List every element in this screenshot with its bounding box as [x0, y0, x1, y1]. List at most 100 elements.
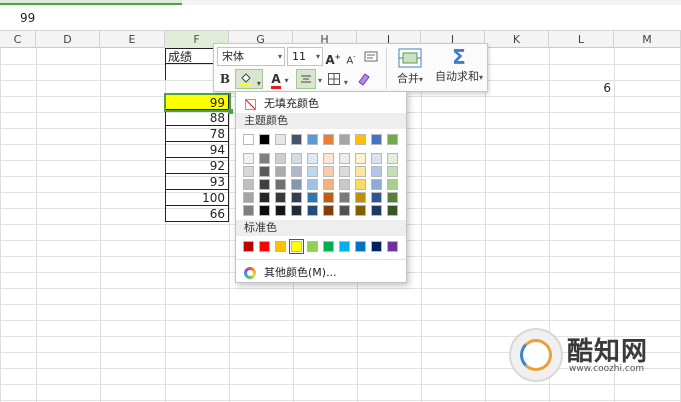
standard-color-swatch[interactable] — [371, 241, 382, 252]
theme-shade-swatch[interactable] — [339, 153, 350, 164]
score-cell[interactable]: 100 — [165, 190, 229, 206]
theme-shade-swatch[interactable] — [291, 179, 302, 190]
theme-shade-swatch[interactable] — [355, 166, 366, 177]
theme-shade-swatch[interactable] — [387, 166, 398, 177]
theme-shade-swatch[interactable] — [355, 179, 366, 190]
borders-button[interactable]: ▾ — [325, 69, 351, 89]
theme-shade-swatch[interactable] — [371, 205, 382, 216]
standard-color-swatch[interactable] — [323, 241, 334, 252]
theme-shade-swatch[interactable] — [243, 153, 254, 164]
theme-shade-swatch[interactable] — [339, 179, 350, 190]
theme-shade-swatch[interactable] — [323, 205, 334, 216]
score-cell[interactable]: 78 — [165, 126, 229, 142]
theme-shade-swatch[interactable] — [291, 153, 302, 164]
score-cell[interactable]: 99 — [165, 94, 229, 110]
theme-shade-swatch[interactable] — [243, 205, 254, 216]
theme-shade-swatch[interactable] — [339, 192, 350, 203]
fill-handle[interactable] — [228, 109, 233, 114]
standard-color-swatch[interactable] — [289, 239, 304, 254]
formula-bar-value[interactable]: 99 — [20, 11, 35, 25]
theme-shade-swatch[interactable] — [307, 179, 318, 190]
theme-shade-swatch[interactable] — [259, 205, 270, 216]
theme-color-swatch[interactable] — [307, 134, 318, 145]
standard-color-swatch[interactable] — [307, 241, 318, 252]
score-cell[interactable]: 88 — [165, 110, 229, 126]
score-cell[interactable]: 92 — [165, 158, 229, 174]
theme-shade-swatch[interactable] — [355, 205, 366, 216]
column-header-e[interactable]: E — [100, 31, 165, 48]
theme-shade-swatch[interactable] — [275, 205, 286, 216]
theme-shade-swatch[interactable] — [275, 153, 286, 164]
theme-shade-swatch[interactable] — [307, 192, 318, 203]
value-cell[interactable]: 6 — [549, 80, 614, 96]
grow-font-button[interactable]: A+ — [325, 47, 341, 67]
autosum-button[interactable]: Σ 自动求和▾ — [432, 46, 486, 90]
format-painter-button[interactable] — [362, 47, 380, 67]
score-cell[interactable]: 94 — [165, 142, 229, 158]
theme-shade-swatch[interactable] — [291, 166, 302, 177]
theme-shade-swatch[interactable] — [259, 166, 270, 177]
theme-shade-swatch[interactable] — [355, 192, 366, 203]
theme-shade-swatch[interactable] — [323, 192, 334, 203]
clear-format-button[interactable] — [354, 69, 374, 89]
theme-shade-swatch[interactable] — [387, 192, 398, 203]
theme-shade-swatch[interactable] — [323, 153, 334, 164]
more-colors-option[interactable]: 其他颜色(M)... — [236, 264, 406, 282]
theme-color-swatch[interactable] — [291, 134, 302, 145]
theme-shade-swatch[interactable] — [259, 153, 270, 164]
theme-shade-swatch[interactable] — [307, 205, 318, 216]
column-header-k[interactable]: K — [485, 31, 549, 48]
score-cell[interactable]: 66 — [165, 206, 229, 222]
theme-shade-swatch[interactable] — [275, 166, 286, 177]
score-cell[interactable]: 93 — [165, 174, 229, 190]
standard-color-swatch[interactable] — [243, 241, 254, 252]
column-header-m[interactable]: M — [614, 31, 681, 48]
theme-shade-swatch[interactable] — [355, 153, 366, 164]
standard-color-swatch[interactable] — [275, 241, 286, 252]
theme-shade-swatch[interactable] — [307, 153, 318, 164]
theme-shade-swatch[interactable] — [371, 179, 382, 190]
column-header-l[interactable]: L — [549, 31, 614, 48]
theme-color-swatch[interactable] — [275, 134, 286, 145]
theme-shade-swatch[interactable] — [339, 166, 350, 177]
theme-shade-swatch[interactable] — [243, 192, 254, 203]
theme-shade-swatch[interactable] — [323, 166, 334, 177]
theme-shade-swatch[interactable] — [387, 205, 398, 216]
theme-color-swatch[interactable] — [259, 134, 270, 145]
theme-shade-swatch[interactable] — [307, 166, 318, 177]
formula-bar[interactable]: 99 — [0, 5, 681, 31]
theme-shade-swatch[interactable] — [243, 166, 254, 177]
theme-shade-swatch[interactable] — [243, 179, 254, 190]
theme-shade-swatch[interactable] — [291, 205, 302, 216]
bold-button[interactable]: B — [217, 69, 233, 89]
theme-shade-swatch[interactable] — [387, 153, 398, 164]
standard-color-swatch[interactable] — [259, 241, 270, 252]
theme-color-swatch[interactable] — [243, 134, 254, 145]
theme-shade-swatch[interactable] — [371, 153, 382, 164]
standard-color-swatch[interactable] — [355, 241, 366, 252]
fill-color-button[interactable]: ▾ — [235, 69, 263, 89]
theme-color-swatch[interactable] — [371, 134, 382, 145]
theme-color-swatch[interactable] — [387, 134, 398, 145]
theme-shade-swatch[interactable] — [371, 166, 382, 177]
theme-shade-swatch[interactable] — [259, 179, 270, 190]
shrink-font-button[interactable]: A- — [343, 47, 359, 67]
theme-shade-swatch[interactable] — [387, 179, 398, 190]
theme-shade-swatch[interactable] — [275, 179, 286, 190]
theme-shade-swatch[interactable] — [371, 192, 382, 203]
theme-shade-swatch[interactable] — [259, 192, 270, 203]
align-button[interactable] — [296, 69, 316, 89]
theme-shade-swatch[interactable] — [323, 179, 334, 190]
standard-color-swatch[interactable] — [339, 241, 350, 252]
theme-color-swatch[interactable] — [339, 134, 350, 145]
font-color-button[interactable]: A ▾ — [266, 69, 294, 89]
theme-color-swatch[interactable] — [355, 134, 366, 145]
column-header-c[interactable]: C — [0, 31, 36, 48]
theme-shade-swatch[interactable] — [291, 192, 302, 203]
font-name-select[interactable]: 宋体 ▾ — [217, 47, 285, 66]
column-header-d[interactable]: D — [36, 31, 100, 48]
theme-shade-swatch[interactable] — [339, 205, 350, 216]
font-size-select[interactable]: 11 ▾ — [287, 47, 323, 66]
merge-button[interactable]: 合并▾ — [390, 46, 430, 90]
no-fill-option[interactable]: 无填充颜色 — [236, 94, 406, 114]
